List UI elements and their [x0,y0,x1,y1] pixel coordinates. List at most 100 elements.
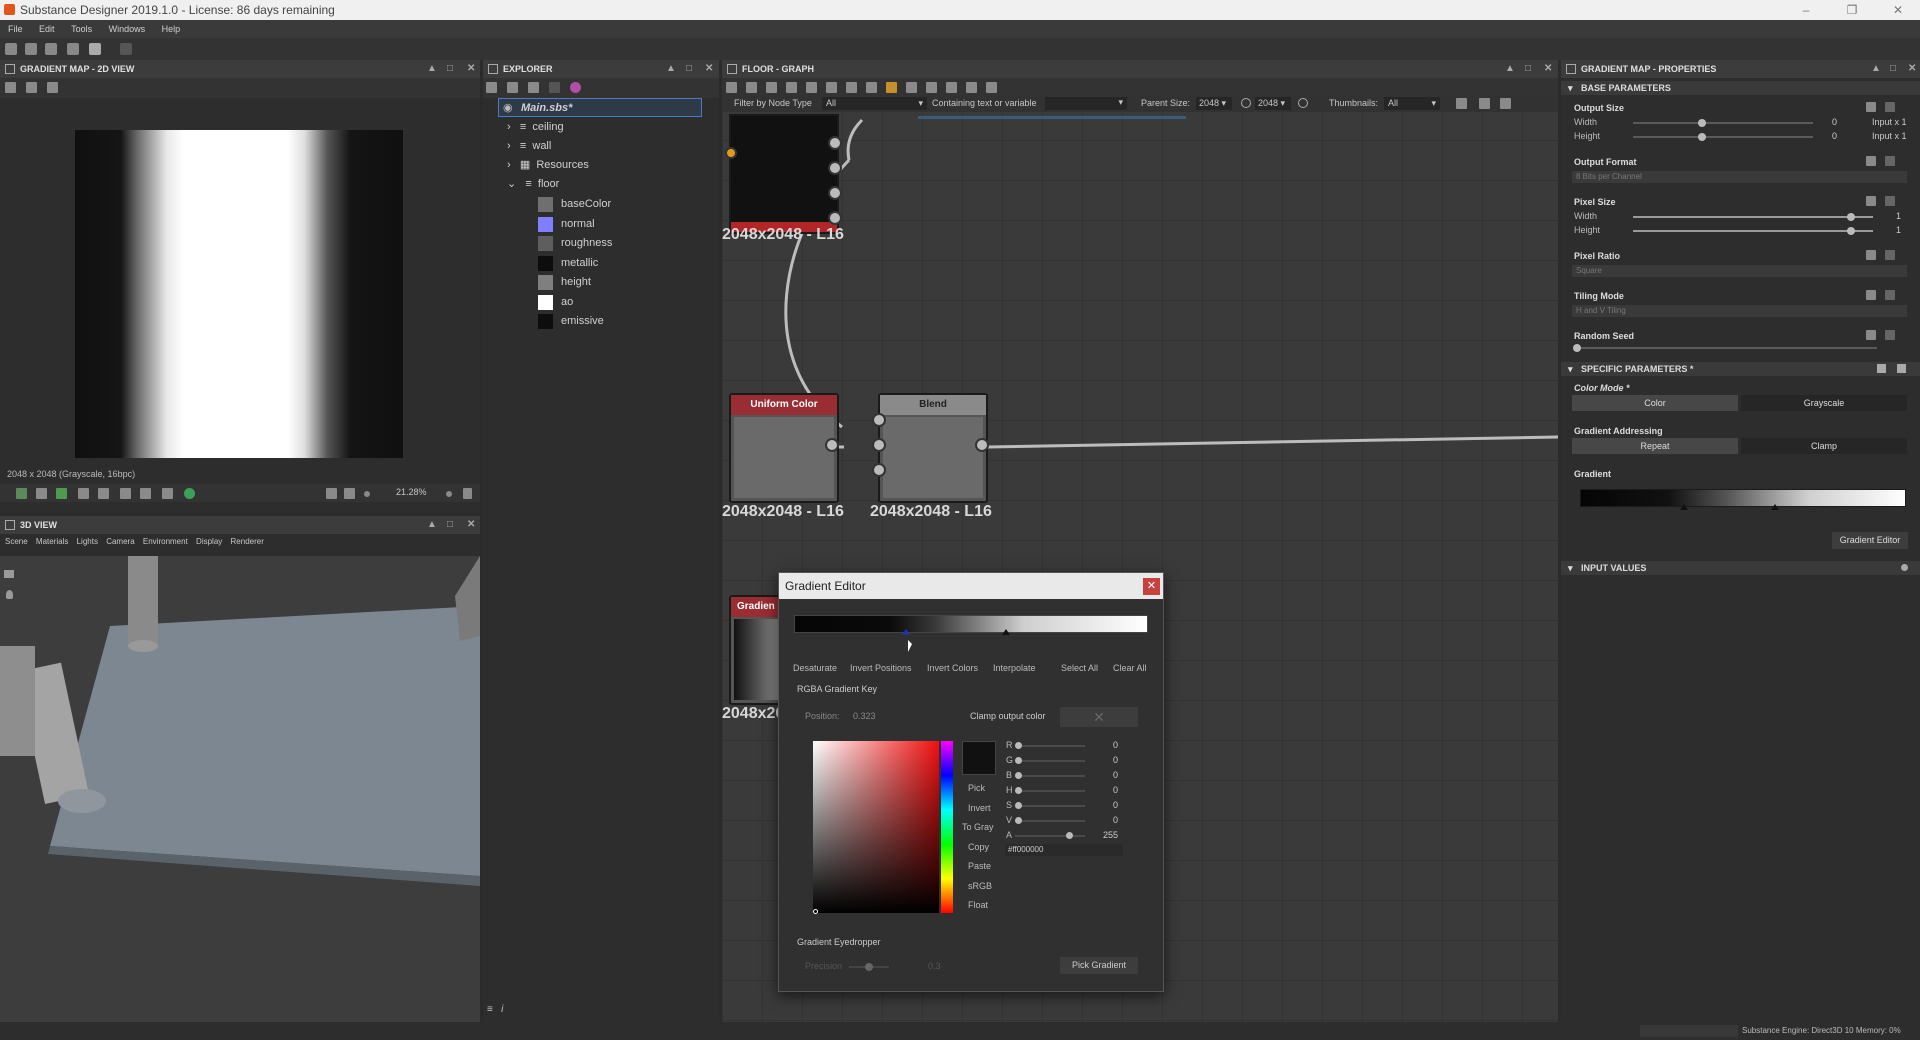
menu-environment[interactable]: Environment [143,537,188,546]
pixel-width-slider[interactable] [1633,216,1873,218]
node-blend[interactable]: Blend [878,393,988,503]
gradient-key-handle[interactable] [1771,504,1779,510]
close-icon[interactable]: ✕ [467,60,475,78]
hex-color-input[interactable]: #ff000000 [1005,844,1123,856]
node-input-port[interactable] [872,463,886,477]
close-icon[interactable]: ✕ [705,60,713,78]
menu-lights[interactable]: Lights [77,537,98,546]
menu-display[interactable]: Display [196,537,222,546]
pin-icon[interactable]: ▲ [666,60,676,78]
output-width-value[interactable]: 0 [1832,117,1837,127]
selected-key-handle[interactable] [902,629,910,635]
pixel-width-value[interactable]: 1 [1896,211,1901,221]
output-height-knob[interactable] [1698,133,1706,141]
pixel-ratio-select[interactable]: Square [1572,265,1907,277]
reset-param-icon[interactable] [1885,250,1895,260]
tool-paste[interactable]: Paste [968,861,991,871]
invert-colors-link[interactable]: Invert Colors [927,663,978,673]
reset-param-icon[interactable] [1885,102,1895,112]
lock-icon[interactable] [463,488,472,499]
reset-param-icon[interactable] [1885,196,1895,206]
camera-icon[interactable] [4,570,14,578]
channel-a-slider[interactable] [1015,835,1085,837]
open-icon[interactable] [45,43,57,55]
output-format-select[interactable]: 8 Bits per Channel [1572,171,1907,183]
interpolate-link[interactable]: Interpolate [993,663,1036,673]
addressing-clamp-button[interactable]: Clamp [1741,438,1907,454]
save-icon[interactable] [67,43,79,55]
base-parameters-section[interactable]: ▾ BASE PARAMETERS [1561,81,1920,95]
close-window-button[interactable]: ✕ [1878,0,1918,20]
channel-v-value[interactable]: 0 [1113,815,1118,825]
tree-item-floor[interactable]: ⌄ ≡ floor [507,175,559,194]
node-output-port[interactable] [828,211,842,225]
channel-b-slider[interactable] [1015,775,1085,777]
node-output-port[interactable] [828,161,842,175]
zoom-level[interactable]: 21.28% [396,487,427,497]
color-picker-icon[interactable] [184,488,195,499]
reset-param-icon[interactable] [1885,290,1895,300]
checker-icon[interactable] [36,488,47,499]
tool-to-gray[interactable]: To Gray [962,822,994,832]
node-uniform-color[interactable]: Uniform Color [729,393,839,503]
invert-positions-link[interactable]: Invert Positions [850,663,912,673]
float-icon[interactable]: □ [447,516,453,534]
reset-param-icon[interactable] [1885,330,1895,340]
channel-v-slider[interactable] [1015,820,1085,822]
save-preset-icon[interactable] [1897,364,1906,373]
tool-pick[interactable]: Pick [968,783,985,793]
histogram-icon[interactable] [140,488,151,499]
channel-icon[interactable] [56,488,67,499]
float-icon[interactable]: □ [1890,60,1896,78]
view-3d-viewport[interactable] [0,556,480,1022]
channel-r-value[interactable]: 0 [1113,740,1118,750]
link-param-icon[interactable] [1866,330,1876,340]
node-input-port[interactable] [725,147,737,159]
tree-item-ceiling[interactable]: › ≡ ceiling [507,118,564,137]
color-mode-color-button[interactable]: Color [1572,395,1738,411]
gradient-key-handle[interactable] [1002,629,1010,635]
color-mode-grayscale-button[interactable]: Grayscale [1741,395,1907,411]
channel-a-knob[interactable] [1066,832,1073,839]
reset-zoom-icon[interactable] [446,491,452,497]
desaturate-link[interactable]: Desaturate [793,663,837,673]
link-param-icon[interactable] [1866,102,1876,112]
color-saturation-value-picker[interactable] [813,741,939,913]
close-icon[interactable]: ✕ [1908,60,1916,78]
specific-parameters-section[interactable]: ▾ SPECIFIC PARAMETERS * [1561,362,1920,376]
layers-icon[interactable] [16,488,27,499]
new-graph-icon[interactable] [25,43,37,55]
close-icon[interactable]: ✕ [467,516,475,534]
menu-materials[interactable]: Materials [36,537,68,546]
node-input-port[interactable] [872,413,886,427]
new-icon[interactable] [486,82,497,93]
clamp-output-toggle[interactable]: ✕ [1060,707,1138,727]
select-all-link[interactable]: Select All [1061,663,1098,673]
channel-s-slider[interactable] [1015,805,1085,807]
tool-copy[interactable]: Copy [968,842,989,852]
node-output-port[interactable] [828,136,842,150]
output-height-value[interactable]: 0 [1832,131,1837,141]
dialog-close-button[interactable]: ✕ [1143,578,1160,595]
clear-all-link[interactable]: Clear All [1113,663,1147,673]
new-package-icon[interactable] [5,43,17,55]
link-param-icon[interactable] [1866,156,1876,166]
link-param-icon[interactable] [1866,290,1876,300]
channel-g-value[interactable]: 0 [1113,755,1118,765]
tile-icon[interactable] [98,488,109,499]
tool-srgb[interactable]: sRGB [968,881,992,891]
explorer-footer-icon[interactable]: ≡ i [487,1004,503,1015]
addressing-repeat-button[interactable]: Repeat [1572,438,1738,454]
menu-camera[interactable]: Camera [106,537,134,546]
hue-slider[interactable] [941,741,953,913]
gradient-preview-image[interactable] [75,130,403,458]
menu-help[interactable]: Help [162,24,181,34]
node-input-port[interactable] [872,438,886,452]
channel-v-knob[interactable] [1015,817,1022,824]
channel-s-value[interactable]: 0 [1113,800,1118,810]
random-seed-slider[interactable] [1577,347,1877,349]
random-seed-knob[interactable] [1573,344,1581,352]
link-icon[interactable] [549,82,560,93]
tiling-mode-select[interactable]: H and V Tiling [1572,305,1907,317]
channel-s-knob[interactable] [1015,802,1022,809]
